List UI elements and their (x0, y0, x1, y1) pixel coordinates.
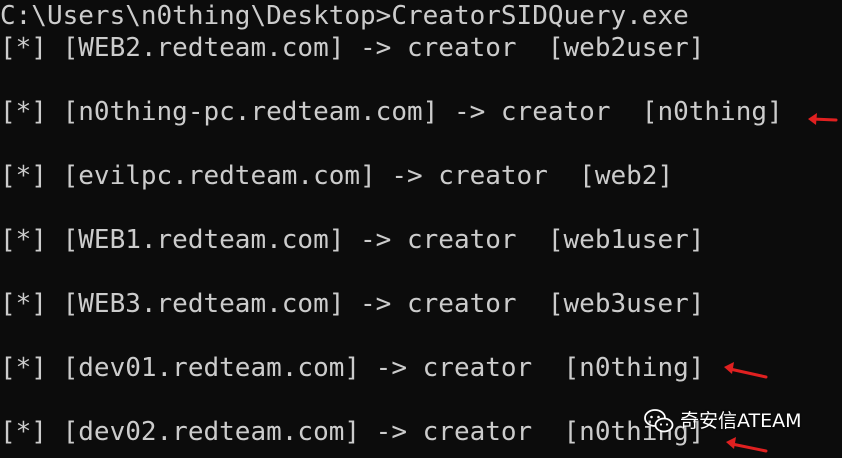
red-arrow-annotation (726, 437, 768, 453)
watermark-text: 奇安信ATEAM (680, 410, 802, 432)
wechat-icon (644, 409, 674, 433)
console-window[interactable]: C:\Users\n0thing\Desktop>CreatorSIDQuery… (0, 0, 842, 458)
output-line: [*] [WEB2.redteam.com] -> creator [web2u… (0, 33, 705, 63)
output-line: [*] [WEB1.redteam.com] -> creator [web1u… (0, 225, 705, 255)
red-arrow-annotation (724, 362, 768, 379)
watermark: 奇安信ATEAM (644, 406, 802, 436)
output-line: [*] [evilpc.redteam.com] -> creator [web… (0, 161, 674, 191)
red-arrow-annotation (808, 113, 838, 125)
output-line: [*] [WEB3.redteam.com] -> creator [web3u… (0, 289, 705, 319)
output-line: [*] [dev02.redteam.com] -> creator [n0th… (0, 417, 705, 447)
command-prompt-line: C:\Users\n0thing\Desktop>CreatorSIDQuery… (0, 1, 689, 31)
output-line: [*] [n0thing-pc.redteam.com] -> creator … (0, 97, 783, 127)
output-line: [*] [dev01.redteam.com] -> creator [n0th… (0, 353, 705, 383)
